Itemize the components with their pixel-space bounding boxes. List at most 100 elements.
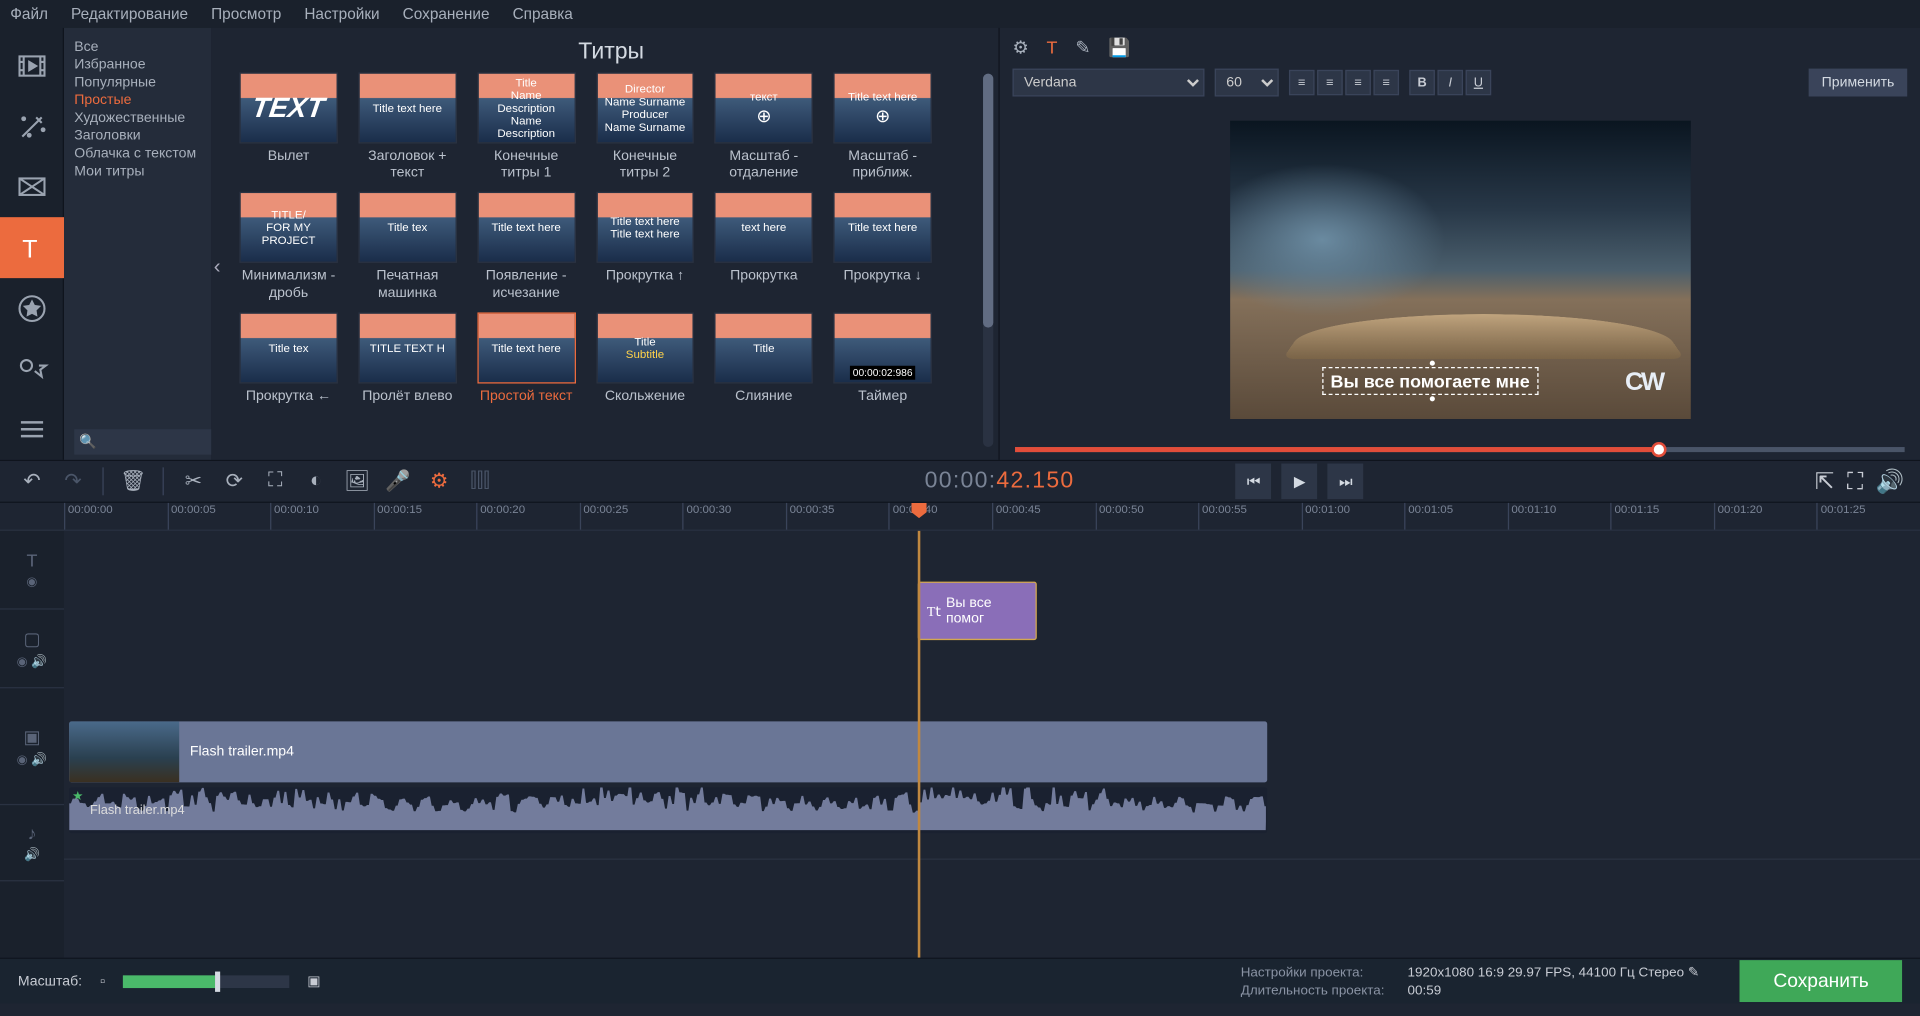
fontsize-select[interactable]: 60: [1215, 69, 1279, 97]
menu-settings[interactable]: Настройки: [304, 5, 379, 23]
prev-frame-button[interactable]: ⏮: [1236, 464, 1272, 500]
zoom-label: Масштаб:: [18, 973, 82, 988]
equalizer-button[interactable]: ⫿⫿⫿: [463, 465, 496, 498]
title-preset-card[interactable]: Title text hereTitle text hereПрокрутка …: [596, 192, 694, 302]
gallery-scrollbar[interactable]: [983, 74, 993, 447]
font-select[interactable]: Verdana: [1012, 69, 1204, 97]
title-preset-card[interactable]: Title text hereПростой текст: [477, 312, 575, 405]
title-preset-card[interactable]: 00:00:02:986Таймер: [833, 312, 931, 405]
save-preset-icon[interactable]: 💾: [1108, 36, 1130, 58]
delete-button[interactable]: 🗑: [116, 465, 149, 498]
underline-button[interactable]: U: [1466, 70, 1492, 95]
title-overlay[interactable]: Вы все помогаете мне: [1322, 367, 1539, 395]
category-item[interactable]: Простые: [74, 91, 206, 109]
more-mode-button[interactable]: [0, 399, 64, 460]
audio-clip[interactable]: ★ Flash trailer.mp4: [70, 787, 1267, 833]
color-tool-icon[interactable]: ✎: [1075, 36, 1090, 58]
title-preset-card[interactable]: TITLE TEXT HПролёт влево: [358, 312, 456, 405]
track-area[interactable]: T𝗍Вы все помог Flash trailer.mp4 ★ Flash…: [64, 531, 1920, 958]
align-left-button[interactable]: ≡: [1289, 70, 1315, 95]
title-preset-card[interactable]: TITLE/FOR MY PROJECTМинимализм - дробь: [239, 192, 337, 302]
clip-properties-icon[interactable]: ⚙: [1012, 36, 1028, 58]
title-preset-card[interactable]: Title texПрокрутка ←: [239, 312, 337, 405]
menu-edit[interactable]: Редактирование: [71, 5, 188, 23]
title-preset-card[interactable]: DirectorName SurnameProducerName Surname…: [596, 72, 694, 182]
seek-bar[interactable]: [1000, 439, 1920, 459]
menu-help[interactable]: Справка: [513, 5, 573, 23]
transitions-mode-button[interactable]: [0, 157, 64, 218]
title-preset-card[interactable]: TitleName DescriptionName DescriptionКон…: [477, 72, 575, 182]
stickers-mode-button[interactable]: [0, 278, 64, 339]
ruler-tick: 00:00:15: [373, 503, 422, 530]
title-preset-card[interactable]: Title text hereПоявление - исчезание: [477, 192, 575, 302]
collapse-categories-button[interactable]: ‹: [214, 257, 221, 280]
preview-viewport[interactable]: Вы все помогаете мне CW: [1229, 120, 1690, 418]
next-frame-button[interactable]: ⏭: [1328, 464, 1364, 500]
volume-button[interactable]: 🔊: [1876, 468, 1905, 495]
zoom-slider[interactable]: [123, 975, 289, 988]
ruler-tick: 00:00:35: [786, 503, 835, 530]
save-button[interactable]: Сохранить: [1740, 960, 1902, 1002]
video-track-header[interactable]: ▣◉ 🔊: [0, 688, 64, 805]
apply-button[interactable]: Применить: [1809, 69, 1907, 97]
italic-button[interactable]: I: [1437, 70, 1463, 95]
split-button[interactable]: ✂: [177, 465, 210, 498]
text-tool-icon[interactable]: T: [1046, 37, 1057, 57]
fullscreen-button[interactable]: ⛶: [1847, 468, 1863, 495]
title-preset-card[interactable]: Title text hereПрокрутка ↓: [833, 192, 931, 302]
media-mode-button[interactable]: [0, 36, 64, 97]
ruler-tick: 00:00:05: [167, 503, 216, 530]
clip-settings-button[interactable]: ⚙: [422, 465, 455, 498]
title-preset-card[interactable]: text hereПрокрутка: [715, 192, 813, 302]
title-preset-card[interactable]: Title text hereЗаголовок + текст: [358, 72, 456, 182]
callouts-mode-button[interactable]: [0, 339, 64, 400]
ruler-tick: 00:00:45: [992, 503, 1041, 530]
edit-toolbar: ↶ ↷ 🗑 ✂ ⟳ ⛶ ◐ 🖼 🎤 ⚙ ⫿⫿⫿ 00:00:42.150 ⏮ ▶…: [0, 460, 1920, 503]
title-track-header[interactable]: T◉: [0, 531, 64, 610]
record-audio-button[interactable]: 🎤: [381, 465, 414, 498]
rotate-button[interactable]: ⟳: [218, 465, 251, 498]
title-preset-card[interactable]: текст⊕Масштаб - отдаление: [715, 72, 813, 182]
ruler-tick: 00:00:50: [1095, 503, 1144, 530]
title-preset-card[interactable]: TEXTВылет: [239, 72, 337, 182]
menu-file[interactable]: Файл: [10, 5, 48, 23]
category-item[interactable]: Избранное: [74, 56, 206, 74]
menu-view[interactable]: Просмотр: [211, 5, 281, 23]
color-adjust-button[interactable]: ◐: [300, 465, 333, 498]
status-bar: Масштаб: ▫ ▣ Настройки проекта: 1920x108…: [0, 958, 1920, 1004]
undo-button[interactable]: ↶: [15, 465, 48, 498]
audio-track-header[interactable]: ♪🔊: [0, 805, 64, 881]
ruler-tick: 00:00:25: [580, 503, 629, 530]
align-justify-button[interactable]: ≡: [1373, 70, 1399, 95]
clip-tools: ⚙ T ✎ 💾: [1000, 28, 1920, 66]
align-center-button[interactable]: ≡: [1317, 70, 1343, 95]
category-item[interactable]: Художественные: [74, 109, 206, 127]
titles-mode-button[interactable]: T: [0, 217, 64, 278]
category-item[interactable]: Облачка с текстом: [74, 145, 206, 163]
zoom-fit-icon[interactable]: ▣: [307, 973, 320, 990]
title-clip[interactable]: T𝗍Вы все помог: [918, 582, 1037, 640]
time-ruler[interactable]: 00:00:0000:00:0500:00:1000:00:1500:00:20…: [0, 503, 1920, 531]
bold-button[interactable]: B: [1409, 70, 1435, 95]
overlay-track-header[interactable]: ▢◉ 🔊: [0, 610, 64, 689]
picture-button[interactable]: 🖼: [340, 465, 373, 498]
play-button[interactable]: ▶: [1282, 464, 1318, 500]
category-item[interactable]: Все: [74, 38, 206, 56]
title-preset-card[interactable]: Title texПечатная машинка: [358, 192, 456, 302]
menu-save[interactable]: Сохранение: [403, 5, 490, 23]
zoom-out-icon[interactable]: ▫: [100, 973, 105, 988]
crop-button[interactable]: ⛶: [259, 465, 292, 498]
playhead[interactable]: [918, 531, 921, 958]
category-item[interactable]: Популярные: [74, 74, 206, 92]
title-preset-card[interactable]: Title text here⊕Масштаб - приближ.: [833, 72, 931, 182]
video-clip[interactable]: Flash trailer.mp4: [70, 721, 1267, 782]
filters-mode-button[interactable]: [0, 96, 64, 157]
redo-button[interactable]: ↷: [56, 465, 89, 498]
edit-project-settings-icon[interactable]: ✎: [1688, 965, 1699, 980]
title-preset-card[interactable]: TitleСлияние: [715, 312, 813, 405]
title-preset-card[interactable]: TitleSubtitleСкольжение: [596, 312, 694, 405]
category-item[interactable]: Мои титры: [74, 163, 206, 181]
category-item[interactable]: Заголовки: [74, 127, 206, 145]
align-right-button[interactable]: ≡: [1345, 70, 1371, 95]
popout-button[interactable]: ⇱: [1815, 468, 1834, 495]
